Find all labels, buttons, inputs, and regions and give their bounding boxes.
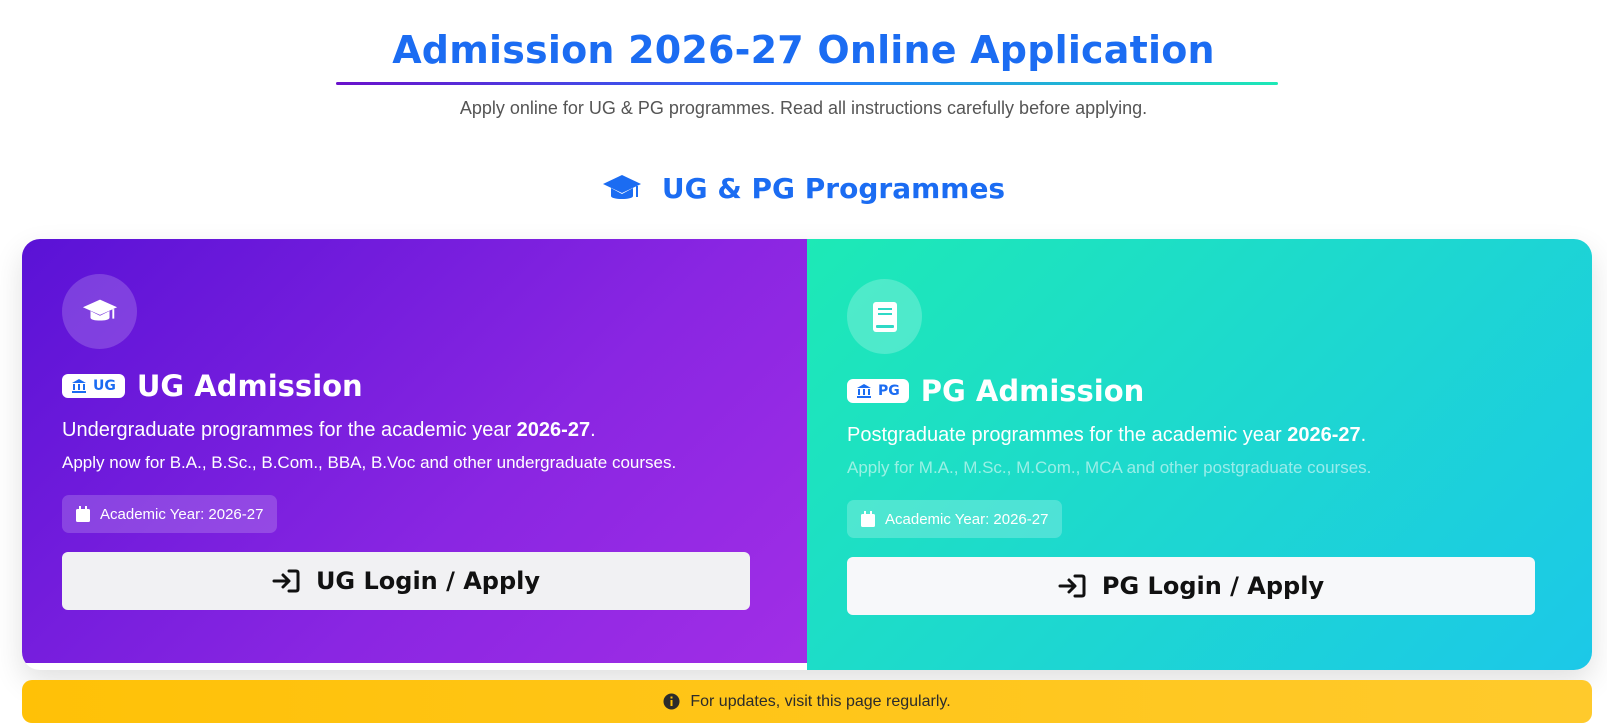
ug-card-icon-circle <box>62 274 137 349</box>
graduation-cap-icon <box>602 174 641 199</box>
section-heading: UG & PG Programmes <box>0 172 1607 205</box>
pg-desc-suffix: . <box>1360 424 1367 446</box>
book-icon <box>872 301 897 332</box>
ug-badge-label: UG <box>93 378 116 394</box>
graduation-cap-icon <box>82 299 117 321</box>
pg-card-subtext: Apply for M.A., M.Sc., M.Com., MCA and o… <box>847 458 1372 477</box>
pg-card-description: Postgraduate programmes for the academic… <box>847 424 1366 447</box>
ug-card-subtext: Apply now for B.A., B.Sc., B.Com., BBA, … <box>62 453 677 472</box>
title-underline <box>336 82 1278 85</box>
ug-academic-year-chip: Academic Year: 2026-27 <box>62 495 278 533</box>
pg-badge: PG <box>847 379 909 403</box>
pg-title-row: PG PG Admission <box>847 374 1144 408</box>
ug-desc-suffix: . <box>590 419 596 441</box>
institution-icon <box>72 379 86 393</box>
ug-desc-text: Undergraduate programmes for the academi… <box>62 419 517 441</box>
ug-desc-year: 2026-27 <box>516 419 591 441</box>
pg-card-title: PG Admission <box>920 374 1145 408</box>
institution-icon <box>857 384 871 398</box>
ug-title-row: UG UG Admission <box>62 369 363 403</box>
calendar-icon <box>76 506 90 522</box>
programme-cards: UG UG Admission Undergraduate programmes… <box>22 239 1592 670</box>
sign-in-icon <box>1058 574 1086 598</box>
ug-login-apply-button[interactable]: UG Login / Apply <box>62 552 750 610</box>
section-heading-text: UG & PG Programmes <box>661 172 1006 205</box>
pg-desc-text: Postgraduate programmes for the academic… <box>847 424 1288 446</box>
ug-login-apply-label: UG Login / Apply <box>315 567 541 595</box>
ug-card-title: UG Admission <box>136 369 363 403</box>
page-subtitle: Apply online for UG & PG programmes. Rea… <box>459 98 1148 118</box>
calendar-icon <box>861 511 875 527</box>
updates-notice: For updates, visit this page regularly. <box>22 680 1592 723</box>
pg-card-icon-circle <box>847 279 922 354</box>
pg-admission-card: PG PG Admission Postgraduate programmes … <box>807 239 1592 670</box>
sign-in-icon <box>272 569 300 593</box>
pg-academic-year-text: Academic Year: 2026-27 <box>885 510 1049 528</box>
ug-card-description: Undergraduate programmes for the academi… <box>62 419 596 442</box>
pg-login-apply-label: PG Login / Apply <box>1101 572 1325 600</box>
pg-badge-label: PG <box>878 383 900 399</box>
info-icon <box>663 693 680 710</box>
ug-academic-year-text: Academic Year: 2026-27 <box>100 505 264 523</box>
pg-login-apply-button[interactable]: PG Login / Apply <box>847 557 1535 615</box>
page-title: Admission 2026-27 Online Application <box>392 28 1215 72</box>
pg-desc-year: 2026-27 <box>1287 424 1361 446</box>
ug-badge: UG <box>62 374 125 398</box>
ug-admission-card: UG UG Admission Undergraduate programmes… <box>22 239 807 668</box>
updates-notice-text: For updates, visit this page regularly. <box>690 692 951 710</box>
pg-academic-year-chip: Academic Year: 2026-27 <box>847 500 1063 538</box>
